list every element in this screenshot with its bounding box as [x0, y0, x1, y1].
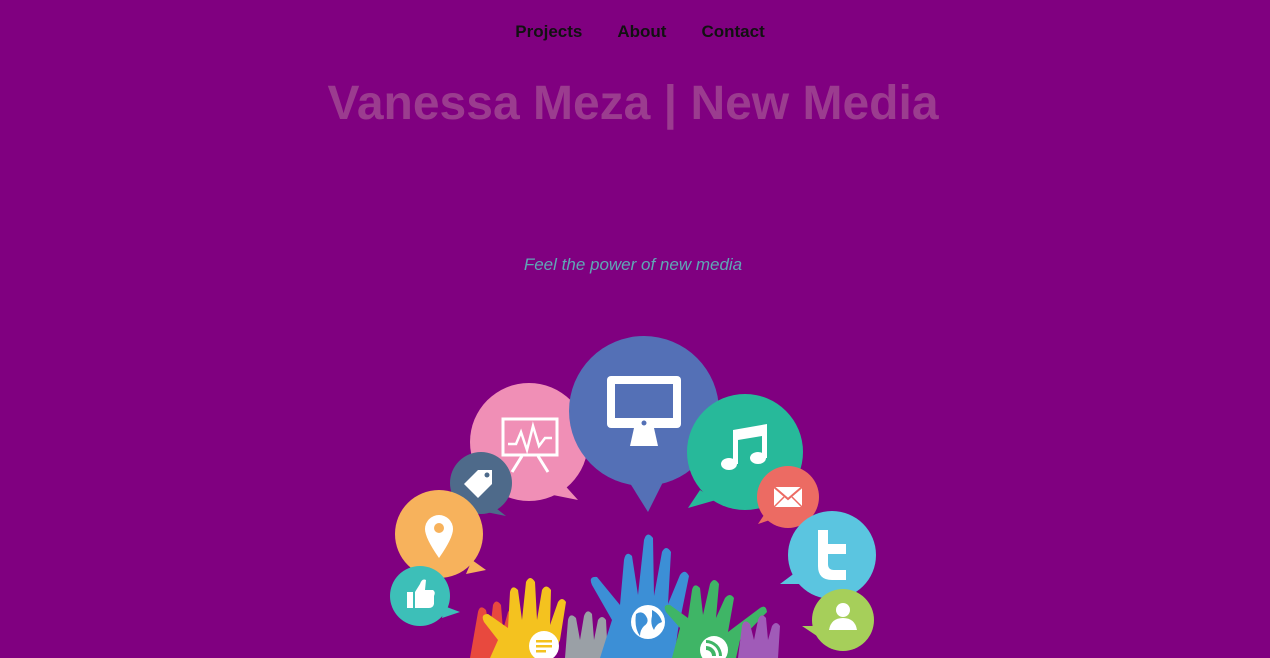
hands-graphic: [470, 534, 780, 658]
nav-link-about[interactable]: About: [617, 22, 666, 42]
page: Projects About Contact Vanessa Meza | Ne…: [0, 0, 1270, 658]
nav-link-contact[interactable]: Contact: [701, 22, 764, 42]
site-title: Vanessa Meza | New Media: [327, 77, 939, 130]
user-bubble: [802, 589, 874, 651]
main-nav: Projects About Contact: [0, 22, 1270, 42]
social-media-illustration: [380, 330, 890, 658]
globe-icon: [631, 605, 665, 639]
nav-link-projects[interactable]: Projects: [515, 22, 582, 42]
mail-icon: [773, 486, 803, 508]
tagline: Feel the power of new media: [523, 255, 743, 274]
